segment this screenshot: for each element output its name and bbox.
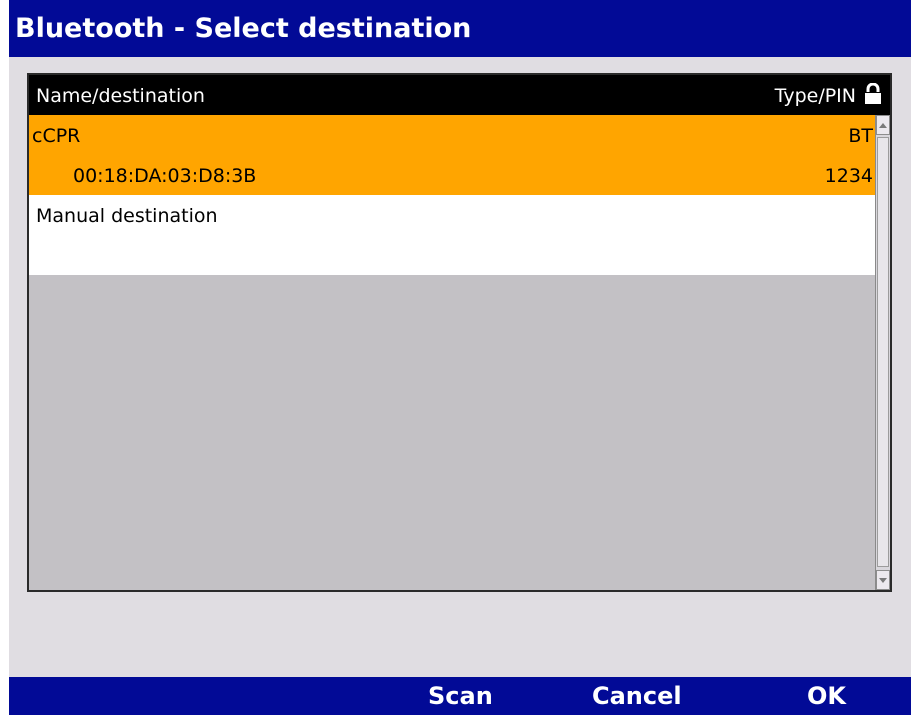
arrow-down-icon — [879, 577, 887, 583]
device-type: BT — [848, 125, 873, 147]
destination-list: Name/destination Type/PIN cCPR BT 00:18:… — [27, 73, 892, 592]
list-item-ccpr[interactable]: cCPR BT 00:18:DA:03:D8:3B 1234 — [29, 115, 875, 195]
softkey-bar: Scan Cancel OK — [9, 677, 911, 715]
lock-icon — [865, 83, 881, 104]
scroll-down-button[interactable] — [876, 570, 890, 590]
left-edge-strip — [0, 0, 9, 715]
list-body: cCPR BT 00:18:DA:03:D8:3B 1234 Manual de… — [29, 115, 875, 590]
scan-button[interactable]: Scan — [428, 682, 493, 710]
column-header-name: Name/destination — [36, 85, 205, 107]
list-item-manual-destination[interactable]: Manual destination — [29, 195, 875, 275]
window-title-bar: Bluetooth - Select destination — [9, 0, 911, 57]
manual-destination-label: Manual destination — [36, 205, 218, 227]
arrow-up-icon — [879, 122, 887, 128]
column-header-type-pin: Type/PIN — [774, 85, 856, 107]
scroll-up-button[interactable] — [876, 115, 890, 135]
list-header: Name/destination Type/PIN — [29, 75, 890, 115]
device-pin: 1234 — [824, 165, 873, 187]
scroll-thumb[interactable] — [877, 137, 889, 567]
device-name: cCPR — [32, 125, 81, 147]
list-scrollbar[interactable] — [875, 115, 890, 590]
ok-button[interactable]: OK — [807, 682, 846, 710]
cancel-button[interactable]: Cancel — [592, 682, 682, 710]
device-address: 00:18:DA:03:D8:3B — [73, 165, 257, 187]
window-title: Bluetooth - Select destination — [15, 13, 472, 44]
